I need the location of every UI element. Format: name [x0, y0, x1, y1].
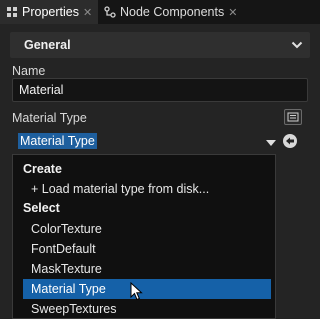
browse-button[interactable] [284, 109, 302, 125]
list-item-selected[interactable]: Material Type [23, 279, 271, 299]
properties-icon [6, 6, 18, 18]
properties-panel: General Name Material Material Type Mate… [0, 24, 320, 319]
reset-button[interactable] [282, 133, 298, 149]
tab-bar: Properties ✕ Node Components ✕ [0, 0, 320, 24]
section-title: General [24, 38, 71, 52]
mouse-cursor-icon [130, 281, 144, 302]
list-item[interactable]: SweepTextures [23, 299, 271, 319]
name-label: Name [12, 64, 46, 78]
tab-node-components-label: Node Components [120, 5, 225, 19]
reset-icon [283, 134, 297, 148]
select-header: Select [23, 201, 60, 215]
list-icon [287, 112, 299, 122]
tab-properties-label: Properties [22, 5, 79, 19]
node-components-icon [104, 6, 116, 18]
material-type-label: Material Type [12, 111, 87, 125]
tab-properties[interactable]: Properties ✕ [0, 0, 98, 24]
close-icon[interactable]: ✕ [83, 6, 92, 19]
chevron-down-icon[interactable] [290, 38, 304, 52]
material-type-select[interactable]: Material Type [12, 130, 276, 152]
list-item[interactable]: FontDefault [23, 239, 271, 259]
list-item[interactable]: MaskTexture [23, 259, 271, 279]
create-header: Create [23, 162, 62, 176]
name-field[interactable]: Material [12, 78, 308, 102]
section-general-header[interactable]: General [10, 32, 310, 58]
material-type-dropdown: Create + Load material type from disk...… [12, 154, 276, 319]
dropdown-arrow-icon [266, 136, 276, 146]
tab-node-components[interactable]: Node Components ✕ [98, 0, 238, 24]
close-icon[interactable]: ✕ [228, 6, 237, 19]
list-item[interactable]: ColorTexture [23, 219, 271, 239]
load-from-disk-item[interactable]: + Load material type from disk... [23, 179, 271, 199]
material-type-value: Material Type [18, 133, 97, 149]
